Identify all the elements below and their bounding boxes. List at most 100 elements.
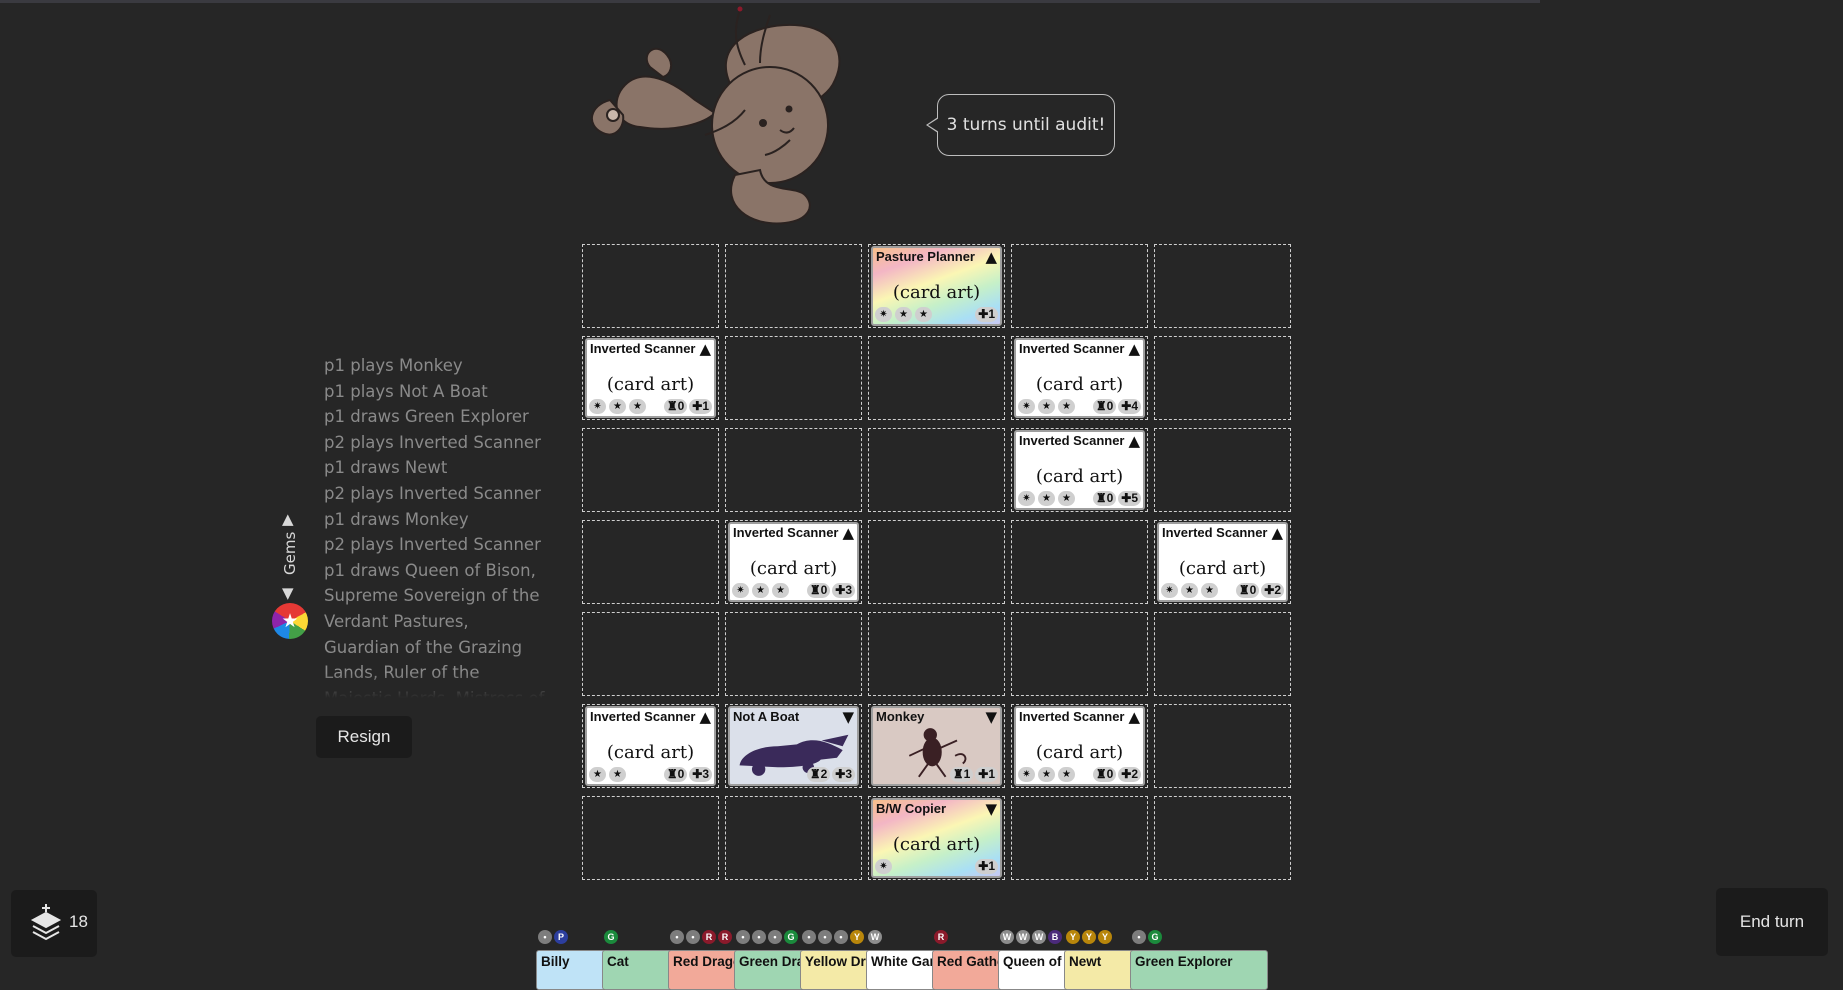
card-stat: ♜0 — [663, 766, 688, 782]
game-board: (card art) Pasture Planner ▲ ✷ ★ ★ ✚1 (card art… — [582, 244, 1291, 880]
board-slot[interactable] — [582, 796, 719, 880]
hand-card[interactable]: Cat — [602, 950, 672, 990]
card-stat: ✚3 — [832, 582, 855, 598]
board-card[interactable]: Not A Boat ▼ ♜2 ✚3 — [728, 706, 859, 786]
board-slot[interactable]: (card art) Inverted Scanner ▲ ✷ ★ ★ ♜0 ✚3 — [725, 520, 862, 604]
card-footer: ✷ ★ ★ ♜0 ✚2 — [1018, 766, 1141, 782]
board-card[interactable]: (card art) Inverted Scanner ▲ ✷ ★ ★ ♜0 ✚5 — [1014, 430, 1145, 510]
hand-gem-icon: W — [1000, 930, 1014, 944]
hand-card[interactable]: Green Explorer — [1130, 950, 1268, 990]
board-card[interactable]: (card art) Inverted Scanner ▲ ✷ ★ ★ ♜0 ✚2 — [1014, 706, 1145, 786]
gems-panel[interactable]: ▲ Gems ▼ ★ — [272, 510, 308, 640]
star-icon: ★ — [281, 610, 299, 632]
board-card[interactable]: (card art) Inverted Scanner ▲ ★ ★ ♜0 ✚3 — [585, 706, 716, 786]
star-icon: ★ — [1181, 582, 1198, 598]
board-card[interactable]: (card art) B/W Copier ▼ ✷ ✚1 — [871, 798, 1002, 878]
hand-gem-icon: Y — [850, 930, 864, 944]
gems-down-arrow-icon[interactable]: ▼ — [282, 584, 294, 602]
hand-gem-icon: G — [1148, 930, 1162, 944]
hand-gem-icon: Y — [1098, 930, 1112, 944]
board-slot[interactable] — [868, 428, 1005, 512]
card-art-placeholder: (card art) — [892, 834, 981, 855]
hand-card[interactable]: Billy — [536, 950, 606, 990]
board-slot[interactable] — [1011, 520, 1148, 604]
board-slot[interactable]: (card art) Pasture Planner ▲ ✷ ★ ★ ✚1 — [868, 244, 1005, 328]
board-slot[interactable] — [1154, 336, 1291, 420]
card-footer: ★ ★ ♜0 ✚3 — [589, 766, 712, 782]
board-card[interactable]: (card art) Inverted Scanner ▲ ✷ ★ ★ ♜0 ✚3 — [728, 522, 859, 602]
hand-gem-icon: • — [538, 930, 552, 944]
card-stat: ✚1 — [689, 398, 712, 414]
deck-pile[interactable]: 18 — [11, 890, 97, 957]
board-card[interactable]: (card art) Pasture Planner ▲ ✷ ★ ★ ✚1 — [871, 246, 1002, 326]
rainbow-gem-badge[interactable]: ★ — [272, 603, 308, 639]
card-art-placeholder: (card art) — [1035, 374, 1124, 395]
card-direction-icon: ▲ — [699, 340, 711, 358]
board-slot[interactable]: (card art) Inverted Scanner ▲ ✷ ★ ★ ♜0 ✚1 — [582, 336, 719, 420]
board-slot[interactable] — [1011, 796, 1148, 880]
board-slot[interactable] — [582, 612, 719, 696]
board-slot[interactable]: (card art) Inverted Scanner ▲ ✷ ★ ★ ♜0 ✚5 — [1011, 428, 1148, 512]
card-direction-icon: ▲ — [1271, 524, 1283, 542]
card-footer: ♜1 ✚1 — [875, 766, 998, 782]
board-slot[interactable] — [725, 336, 862, 420]
board-slot[interactable]: (card art) Inverted Scanner ▲ ★ ★ ♜0 ✚3 — [582, 704, 719, 788]
board-slot[interactable]: (card art) Inverted Scanner ▲ ✷ ★ ★ ♜0 ✚4 — [1011, 336, 1148, 420]
card-footer: ✷ ★ ★ ♜0 ✚4 — [1018, 398, 1141, 414]
board-slot[interactable] — [1154, 612, 1291, 696]
board-slot[interactable] — [868, 612, 1005, 696]
board-slot[interactable]: (card art) Inverted Scanner ▲ ✷ ★ ★ ♜0 ✚2 — [1154, 520, 1291, 604]
board-slot[interactable]: Not A Boat ▼ ♜2 ✚3 — [725, 704, 862, 788]
board-card[interactable]: Monkey ▼ ♜1 ✚1 — [871, 706, 1002, 786]
hand-card[interactable]: Newt — [1064, 950, 1134, 990]
hand-card[interactable]: Red Gatherer — [932, 950, 1002, 990]
gems-up-arrow-icon[interactable]: ▲ — [282, 510, 294, 528]
end-turn-button[interactable]: End turn — [1716, 888, 1828, 956]
hand-card[interactable]: Yellow Dragon — [800, 950, 870, 990]
hand-card[interactable]: Queen of Bison — [998, 950, 1068, 990]
star-icon: ★ — [1058, 490, 1075, 506]
log-entry: p2 plays Inverted Scanner — [324, 483, 541, 503]
hand-gem-icon: G — [784, 930, 798, 944]
board-card[interactable]: (card art) Inverted Scanner ▲ ✷ ★ ★ ♜0 ✚2 — [1157, 522, 1288, 602]
star-icon: ★ — [1058, 766, 1075, 782]
board-slot[interactable] — [1011, 612, 1148, 696]
card-stat: ♜0 — [663, 398, 688, 414]
board-card[interactable]: (card art) Inverted Scanner ▲ ✷ ★ ★ ♜0 ✚1 — [585, 338, 716, 418]
hand-gem-icon: • — [686, 930, 700, 944]
card-stat: ✚2 — [1118, 766, 1141, 782]
resign-button[interactable]: Resign — [316, 716, 412, 758]
board-slot[interactable] — [1154, 244, 1291, 328]
board-slot[interactable] — [725, 428, 862, 512]
board-slot[interactable] — [1154, 704, 1291, 788]
board-slot[interactable] — [725, 244, 862, 328]
card-name: Not A Boat — [733, 709, 800, 724]
hand-gem-icon: • — [752, 930, 766, 944]
board-slot[interactable]: Monkey ▼ ♜1 ✚1 — [868, 704, 1005, 788]
board-slot[interactable] — [725, 796, 862, 880]
board-slot[interactable] — [582, 244, 719, 328]
board-slot[interactable] — [1154, 428, 1291, 512]
board-slot[interactable] — [1011, 244, 1148, 328]
board-slot[interactable] — [868, 336, 1005, 420]
board-card[interactable]: (card art) Inverted Scanner ▲ ✷ ★ ★ ♜0 ✚4 — [1014, 338, 1145, 418]
board-slot[interactable] — [725, 612, 862, 696]
card-stat: ♜2 — [806, 766, 831, 782]
board-slot[interactable] — [1154, 796, 1291, 880]
card-art-placeholder: (card art) — [749, 558, 838, 579]
board-slot[interactable] — [582, 428, 719, 512]
card-direction-icon: ▼ — [842, 708, 854, 726]
log-entry: p1 draws Queen of Bison, Supreme Soverei… — [324, 560, 544, 698]
board-slot[interactable]: (card art) B/W Copier ▼ ✷ ✚1 — [868, 796, 1005, 880]
card-stat: ♜0 — [1092, 490, 1117, 506]
star-icon: ★ — [629, 398, 646, 414]
hand-card[interactable]: White Gargoyle — [866, 950, 936, 990]
hand-card[interactable]: Red Dragon — [668, 950, 738, 990]
board-slot[interactable] — [582, 520, 719, 604]
gems-label: Gems — [281, 531, 299, 575]
hand-card[interactable]: Green Dragon — [734, 950, 804, 990]
card-stat: ✚1 — [975, 306, 998, 322]
hand-gem-icon: • — [1132, 930, 1146, 944]
board-slot[interactable] — [868, 520, 1005, 604]
board-slot[interactable]: (card art) Inverted Scanner ▲ ✷ ★ ★ ♜0 ✚2 — [1011, 704, 1148, 788]
